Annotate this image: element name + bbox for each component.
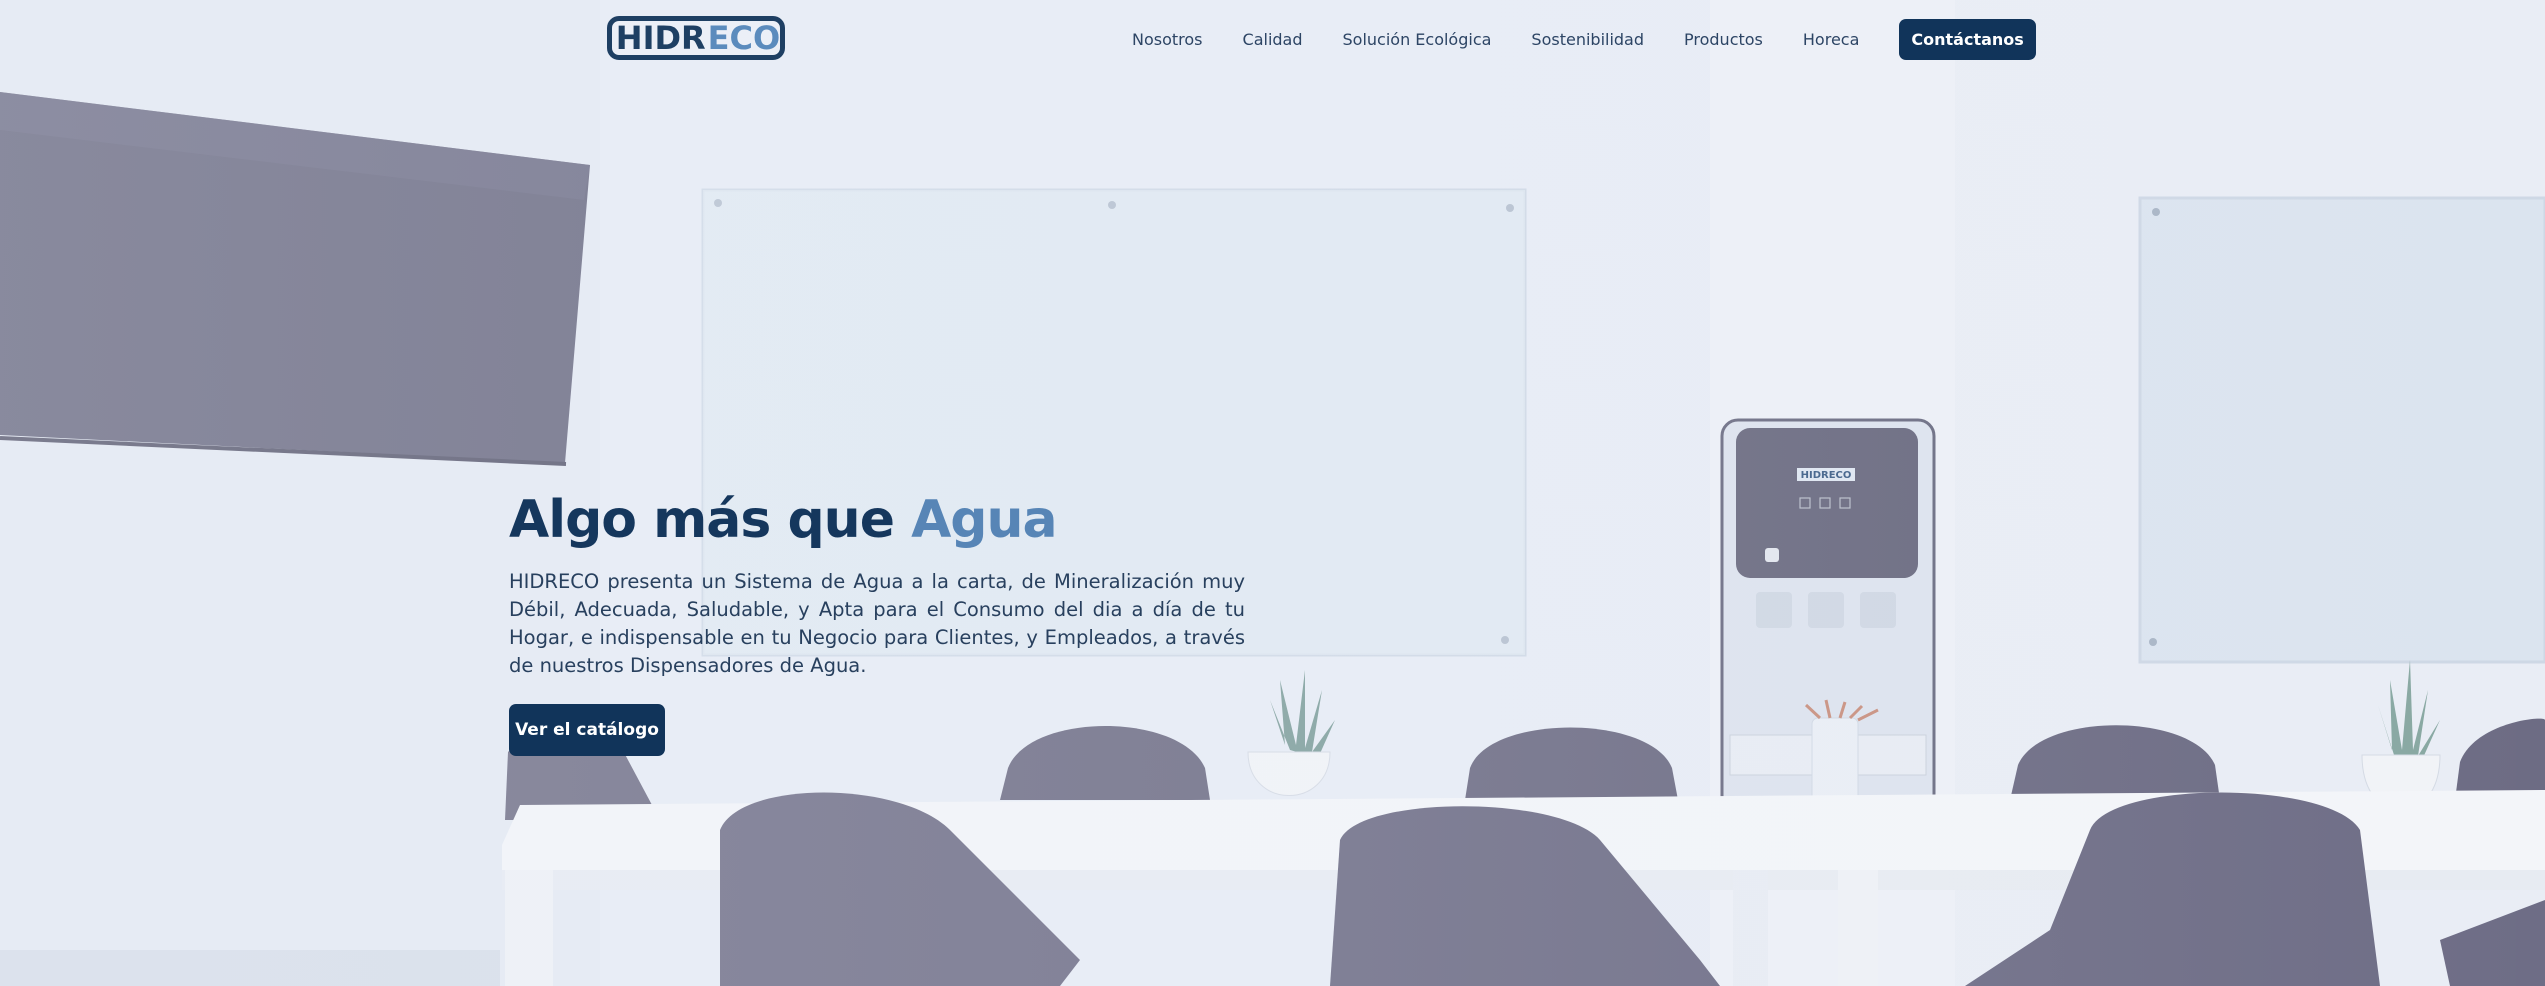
nav-link-sostenibilidad[interactable]: Sostenibilidad bbox=[1531, 30, 1644, 49]
hero-background: HIDRECO bbox=[0, 0, 2545, 986]
logo-text-accent: ECO bbox=[707, 19, 781, 57]
catalog-button[interactable]: Ver el catálogo bbox=[509, 704, 665, 756]
nav-link-solucion-ecologica[interactable]: Solución Ecológica bbox=[1343, 30, 1492, 49]
nav-link-productos[interactable]: Productos bbox=[1684, 30, 1763, 49]
nav-link-calidad[interactable]: Calidad bbox=[1243, 30, 1303, 49]
nav-link-nosotros[interactable]: Nosotros bbox=[1132, 30, 1203, 49]
hero-title-accent: Agua bbox=[911, 490, 1058, 550]
main-nav: Nosotros Calidad Solución Ecológica Sost… bbox=[1132, 18, 2036, 60]
contact-button[interactable]: Contáctanos bbox=[1899, 18, 2036, 60]
brand-logo[interactable]: HIDR ECO bbox=[607, 16, 785, 60]
hero-title: Algo más que Agua bbox=[509, 490, 1058, 550]
hero-description: HIDRECO presenta un Sistema de Agua a la… bbox=[509, 570, 1245, 677]
hero-title-main: Algo más que bbox=[509, 490, 912, 550]
logo-text: HIDR bbox=[615, 19, 706, 57]
nav-link-horeca[interactable]: Horeca bbox=[1803, 30, 1860, 49]
